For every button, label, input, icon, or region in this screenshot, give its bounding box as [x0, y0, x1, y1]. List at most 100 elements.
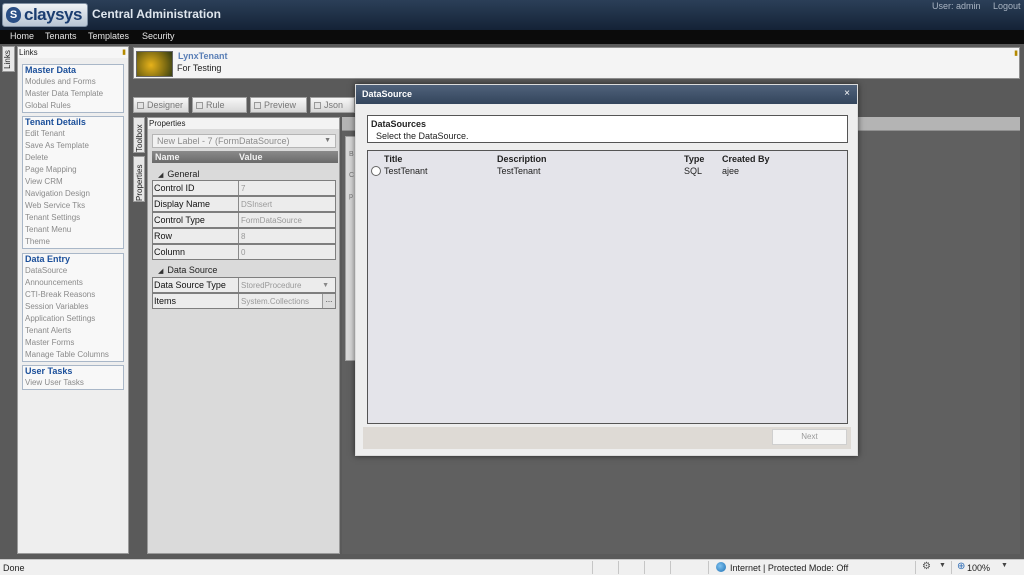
items-value[interactable]: System.Collections... — [238, 294, 335, 308]
chevron-down-icon[interactable]: ▼ — [1001, 562, 1008, 569]
logo-text: claysys — [24, 5, 82, 24]
link-tenant-alerts[interactable]: Tenant Alerts — [23, 325, 123, 337]
data-source-section[interactable]: ◢ Data Source — [152, 264, 338, 276]
toolbox-tab-label: Toolbox — [135, 124, 144, 152]
link-master-data-template[interactable]: Master Data Template — [23, 88, 123, 100]
links-side-tab-label: Links — [2, 50, 12, 69]
links-side-tab[interactable]: Links — [2, 46, 15, 72]
pin-icon[interactable]: ▮ — [122, 48, 126, 56]
links-panel: Links ▮ Master Data Modules and Forms Ma… — [17, 46, 129, 554]
column-header-created-by: Created By — [722, 154, 770, 164]
designer-button[interactable]: Designer — [133, 97, 189, 113]
link-group-user-tasks: User Tasks View User Tasks — [22, 365, 124, 390]
link-session-variables[interactable]: Session Variables — [23, 301, 123, 313]
ellipsis-button[interactable]: ... — [322, 294, 335, 308]
datasource-radio[interactable] — [371, 166, 381, 176]
chevron-down-icon[interactable]: ▼ — [939, 562, 946, 569]
link-master-forms[interactable]: Master Forms — [23, 337, 123, 349]
prop-value[interactable]: 7 — [238, 181, 335, 195]
menu-templates[interactable]: Templates — [88, 31, 129, 41]
properties-column-header: Name Value — [152, 151, 338, 163]
link-application-settings[interactable]: Application Settings — [23, 313, 123, 325]
link-view-crm[interactable]: View CRM — [23, 176, 123, 188]
link-web-service-tks[interactable]: Web Service Tks — [23, 200, 123, 212]
prop-value[interactable]: 0 — [238, 245, 335, 259]
prop-row-control-id: Control ID 7 — [152, 180, 336, 196]
datasource-dialog: DataSource × DataSources Select the Data… — [355, 84, 858, 456]
properties-tab[interactable]: Properties — [133, 156, 145, 202]
zoom-icon[interactable]: ⊕ — [957, 561, 965, 572]
protected-mode-icon[interactable]: ⚙ — [922, 561, 931, 572]
canvas-letter: C — [349, 172, 355, 179]
link-cti-break-reasons[interactable]: CTI-Break Reasons — [23, 289, 123, 301]
link-page-mapping[interactable]: Page Mapping — [23, 164, 123, 176]
link-group-master-data: Master Data Modules and Forms Master Dat… — [22, 64, 124, 113]
properties-tab-label: Properties — [135, 164, 144, 201]
menu-security[interactable]: Security — [142, 31, 175, 41]
link-group-title: Tenant Details — [25, 117, 86, 127]
control-selector[interactable]: New Label - 7 (FormDataSource) ▼ — [152, 134, 336, 148]
dialog-title-bar[interactable]: DataSource × — [356, 85, 857, 104]
status-divider — [708, 561, 709, 574]
logout-link[interactable]: Logout — [993, 1, 1021, 11]
status-divider — [951, 561, 952, 574]
data-source-type-select[interactable]: StoredProcedure ▼ — [238, 278, 335, 292]
logo-mark-icon: S — [6, 7, 21, 23]
link-group-title: Data Entry — [25, 254, 71, 264]
link-global-rules[interactable]: Global Rules — [23, 100, 123, 112]
prop-row-control-type: Control Type FormDataSource — [152, 212, 336, 228]
menu-home[interactable]: Home — [10, 31, 34, 41]
prop-row-display-name: Display Name DSInsert — [152, 196, 336, 212]
row-title: TestTenant — [384, 166, 428, 176]
claysys-logo: S claysys — [2, 3, 88, 27]
row-description: TestTenant — [497, 166, 541, 176]
prop-value[interactable]: DSInsert — [238, 197, 335, 211]
row-type: SQL — [684, 166, 703, 176]
link-datasource[interactable]: DataSource — [23, 265, 123, 277]
row-created-by: ajee — [722, 166, 740, 176]
value-column-header: Value — [239, 152, 263, 162]
properties-title: Properties — [148, 118, 339, 129]
preview-button[interactable]: Preview — [250, 97, 307, 113]
status-divider — [670, 561, 671, 574]
chevron-down-icon: ▼ — [324, 137, 331, 144]
dialog-footer: Next — [363, 427, 851, 449]
zoom-level[interactable]: 100% — [967, 563, 990, 573]
link-group-title: User Tasks — [25, 366, 73, 376]
security-zone: Internet | Protected Mode: Off — [730, 563, 849, 573]
tenant-image — [136, 51, 173, 77]
json-button[interactable]: Json — [310, 97, 355, 113]
properties-panel: Properties New Label - 7 (FormDataSource… — [147, 117, 340, 554]
link-modules-and-forms[interactable]: Modules and Forms — [23, 76, 123, 88]
link-save-as-template[interactable]: Save As Template — [23, 140, 123, 152]
status-divider — [618, 561, 619, 574]
toolbox-tab[interactable]: Toolbox — [133, 117, 145, 153]
name-column-header: Name — [155, 152, 180, 162]
link-manage-table-columns[interactable]: Manage Table Columns — [23, 349, 123, 361]
general-section[interactable]: ◢ General — [152, 168, 338, 180]
link-tenant-menu[interactable]: Tenant Menu — [23, 224, 123, 236]
link-tenant-settings[interactable]: Tenant Settings — [23, 212, 123, 224]
datasources-header-box: DataSources Select the DataSource. — [367, 115, 848, 143]
tenant-bar: LynxTenant For Testing ▮ — [133, 47, 1020, 79]
link-theme[interactable]: Theme — [23, 236, 123, 248]
rule-button[interactable]: Rule — [192, 97, 247, 113]
canvas-letter: B — [349, 151, 354, 158]
menu-tenants[interactable]: Tenants — [45, 31, 77, 41]
column-header-type: Type — [684, 154, 705, 164]
link-announcements[interactable]: Announcements — [23, 277, 123, 289]
tenant-description: For Testing — [177, 63, 222, 73]
link-view-user-tasks[interactable]: View User Tasks — [23, 377, 123, 389]
status-divider — [592, 561, 593, 574]
link-navigation-design[interactable]: Navigation Design — [23, 188, 123, 200]
prop-value[interactable]: FormDataSource — [238, 213, 335, 227]
pin-icon[interactable]: ▮ — [1014, 49, 1018, 57]
link-delete[interactable]: Delete — [23, 152, 123, 164]
close-icon[interactable]: × — [844, 88, 850, 99]
prop-value[interactable]: 8 — [238, 229, 335, 243]
json-icon — [314, 102, 321, 109]
tenant-name[interactable]: LynxTenant — [178, 51, 228, 61]
app-title: Central Administration — [92, 7, 221, 21]
link-edit-tenant[interactable]: Edit Tenant — [23, 128, 123, 140]
next-button[interactable]: Next — [772, 429, 847, 445]
